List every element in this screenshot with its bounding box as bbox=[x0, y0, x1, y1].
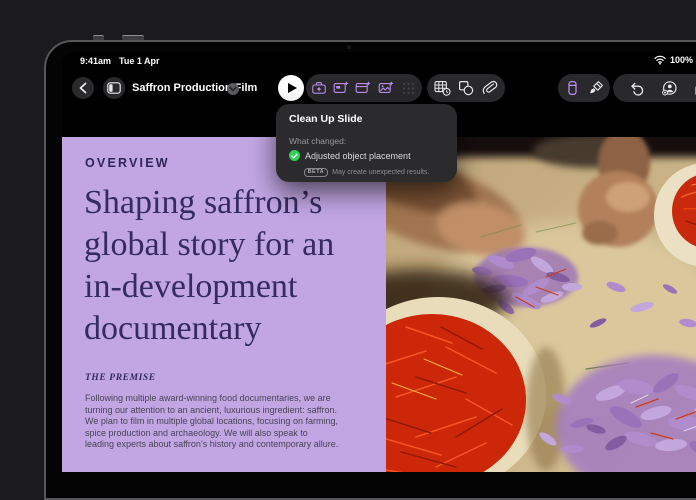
status-bar: 9:41am Tue 1 Apr 100% bbox=[62, 52, 696, 68]
slide-headline: Shaping saffron’s global story for an in… bbox=[84, 182, 334, 350]
slide-body-text: Following multiple award-winning food do… bbox=[85, 393, 338, 451]
body-line: turning our attention to an ancient, lux… bbox=[85, 405, 338, 417]
popup-title: Clean Up Slide bbox=[289, 113, 363, 125]
play-button[interactable] bbox=[278, 75, 304, 101]
actions-group bbox=[613, 74, 696, 102]
popup-change-item: Adjusted object placement bbox=[305, 151, 411, 161]
collaborate-icon[interactable] bbox=[660, 79, 678, 97]
chevron-left-icon bbox=[74, 79, 92, 97]
magic-toolbox-icon[interactable] bbox=[310, 79, 328, 97]
view-options-button[interactable] bbox=[103, 77, 125, 99]
headline-line: documentary bbox=[84, 308, 334, 350]
popup-beta-row: BETA May create unexpected results. bbox=[276, 168, 457, 177]
table-icon[interactable] bbox=[433, 79, 451, 97]
body-line: We plan to film in multiple global locat… bbox=[85, 416, 338, 428]
paintbrush-icon[interactable] bbox=[587, 79, 605, 97]
sidebar-icon bbox=[105, 79, 123, 97]
slide-photo-saffron[interactable] bbox=[386, 137, 696, 472]
status-date: Tue 1 Apr bbox=[119, 56, 160, 66]
ai-tools-group bbox=[306, 74, 422, 102]
front-camera bbox=[347, 45, 351, 49]
headline-line: Shaping saffron’s bbox=[84, 182, 334, 224]
popup-what-changed-label: What changed: bbox=[289, 136, 346, 146]
back-button[interactable] bbox=[72, 77, 94, 99]
play-icon bbox=[288, 83, 297, 93]
headline-line: in-development bbox=[84, 266, 334, 308]
slide-kicker: OVERVIEW bbox=[85, 156, 170, 170]
slide-premise-label: THE PREMISE bbox=[85, 373, 156, 383]
undo-icon[interactable] bbox=[628, 79, 646, 97]
new-slide-ai-icon[interactable] bbox=[333, 79, 351, 97]
chevron-down-icon bbox=[229, 86, 237, 92]
grid-icon bbox=[400, 79, 418, 97]
clean-up-slide-popup: Clean Up Slide What changed: Adjusted ob… bbox=[276, 104, 457, 182]
beta-badge: BETA bbox=[304, 168, 329, 177]
body-line: Following multiple award-winning food do… bbox=[85, 393, 338, 405]
shapes-icon[interactable] bbox=[457, 79, 475, 97]
popup-change-row: Adjusted object placement bbox=[289, 150, 411, 161]
ipad-screen: 9:41am Tue 1 Apr 100% Saffron Production… bbox=[62, 52, 696, 472]
checkmark-icon bbox=[289, 150, 300, 161]
image-playground-icon[interactable] bbox=[377, 79, 395, 97]
clean-up-slide-icon[interactable] bbox=[355, 79, 373, 97]
body-line: spice production and archaeology. We wil… bbox=[85, 428, 338, 440]
attachment-icon[interactable] bbox=[481, 79, 499, 97]
insert-group bbox=[427, 74, 505, 102]
status-time: 9:41am bbox=[80, 56, 111, 66]
body-line: leading experts about saffron’s history … bbox=[85, 439, 338, 451]
wifi-icon bbox=[654, 55, 666, 65]
clean-up-tool-icon[interactable] bbox=[563, 79, 581, 97]
tools-group bbox=[558, 74, 610, 102]
beta-note: May create unexpected results. bbox=[332, 169, 429, 176]
headline-line: global story for an bbox=[84, 224, 334, 266]
document-title-menu[interactable] bbox=[227, 83, 239, 95]
slide-text-panel[interactable]: OVERVIEW Shaping saffron’s global story … bbox=[62, 137, 386, 472]
battery-percent: 100% bbox=[670, 55, 693, 65]
